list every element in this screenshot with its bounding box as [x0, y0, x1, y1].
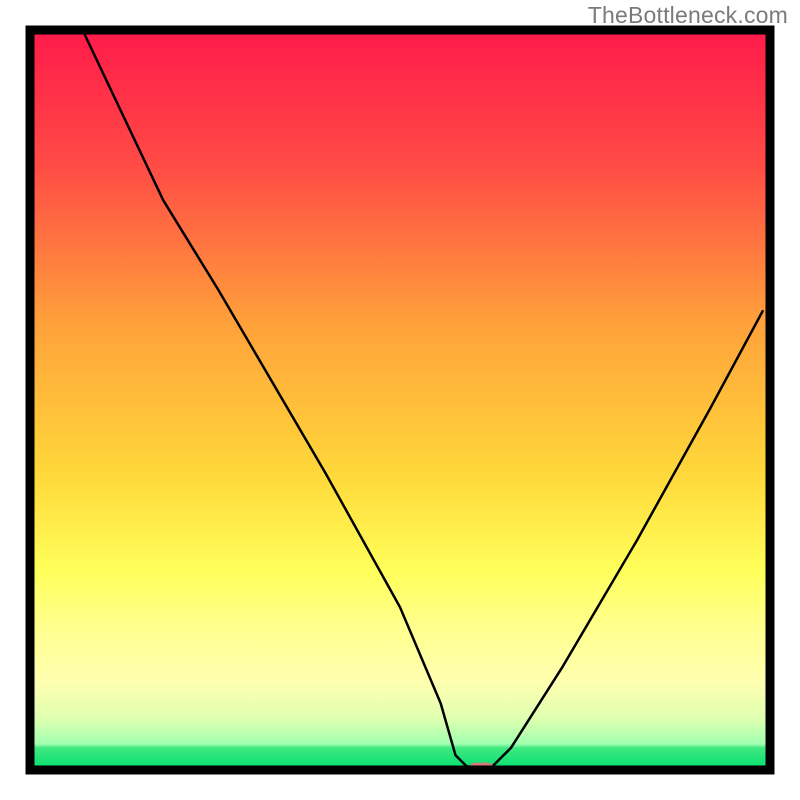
watermark-text: TheBottleneck.com: [588, 2, 788, 29]
chart-background: [30, 30, 770, 770]
bottleneck-chart: [0, 0, 800, 800]
